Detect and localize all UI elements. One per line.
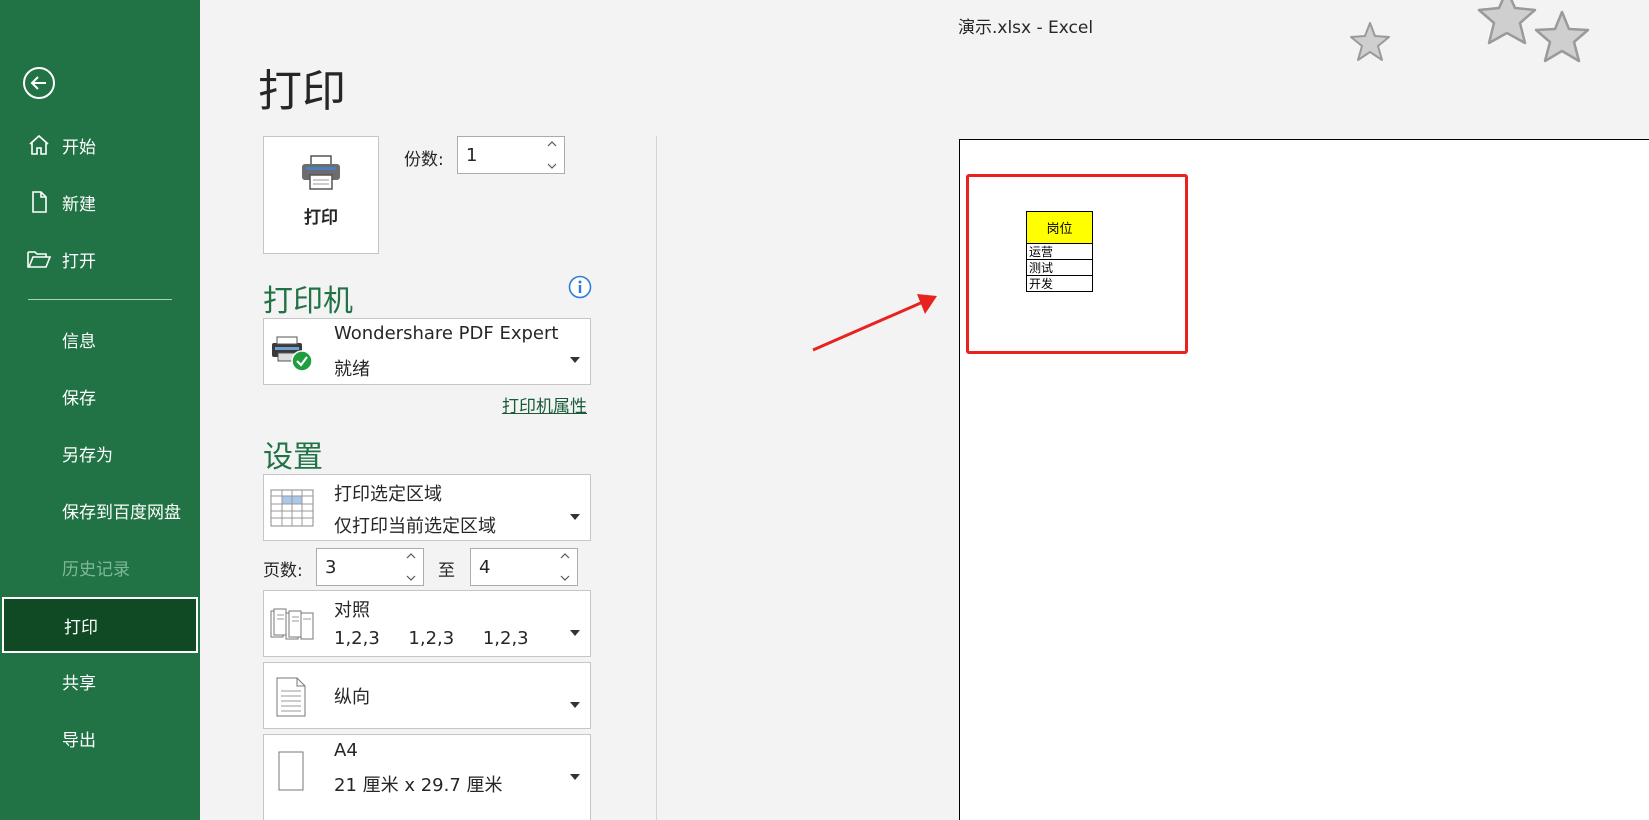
pages-to-input[interactable]: [471, 555, 556, 579]
copies-label: 份数:: [404, 150, 444, 170]
highlight-box: [966, 174, 1188, 354]
nav-item-print[interactable]: 打印: [2, 597, 198, 653]
nav-item-home[interactable]: 开始: [0, 117, 200, 173]
orientation-title: 纵向: [334, 687, 370, 708]
pages-from-stepper[interactable]: [316, 548, 424, 586]
collate-title: 对照: [334, 600, 370, 621]
nav-item-history: 历史记录: [0, 539, 200, 595]
chevron-up-icon[interactable]: [406, 552, 416, 559]
nav-item-save-as[interactable]: 另存为: [0, 425, 200, 481]
nav-item-share[interactable]: 共享: [0, 653, 200, 709]
paper-size-dropdown[interactable]: A4 21 厘米 x 29.7 厘米: [263, 734, 591, 820]
home-icon: [26, 132, 52, 158]
settings-section-title: 设置: [263, 440, 323, 475]
back-button[interactable]: [22, 66, 56, 100]
portrait-page-icon: [276, 677, 306, 721]
nav-item-label: 信息: [62, 331, 96, 352]
chevron-down-icon[interactable]: [406, 575, 416, 582]
printer-icon: [300, 155, 342, 195]
printer-ready-icon: [270, 333, 316, 377]
chevron-down-icon[interactable]: [560, 575, 570, 582]
dropdown-caret-icon: [570, 693, 580, 712]
nav-item-label: 历史记录: [62, 559, 130, 580]
nav-item-label: 新建: [62, 194, 96, 215]
print-range-title: 打印选定区域: [334, 484, 442, 505]
pages-to-stepper[interactable]: [470, 548, 578, 586]
paper-size-subtitle: 21 厘米 x 29.7 厘米: [334, 775, 503, 796]
nav-item-label: 导出: [62, 730, 96, 751]
nav-item-label: 打开: [62, 251, 96, 272]
collate-pages-icon: [270, 607, 314, 645]
panel-divider: [656, 136, 657, 820]
open-folder-icon: [26, 246, 52, 272]
nav-item-label: 开始: [62, 137, 96, 158]
chevron-up-icon[interactable]: [547, 140, 557, 147]
dropdown-caret-icon: [570, 505, 580, 524]
nav-item-save[interactable]: 保存: [0, 368, 200, 424]
annotation-arrow-icon: [812, 294, 937, 352]
nav-divider: [28, 299, 172, 300]
printer-dropdown[interactable]: Wondershare PDF Expert 就绪: [263, 318, 591, 385]
nav-item-open[interactable]: 打开: [0, 231, 200, 287]
nav-item-label: 打印: [64, 617, 98, 638]
orientation-dropdown[interactable]: 纵向: [263, 662, 591, 729]
printer-name: Wondershare PDF Expert: [334, 323, 559, 344]
nav-item-label: 共享: [62, 673, 96, 694]
chevron-up-icon[interactable]: [560, 552, 570, 559]
print-range-subtitle: 仅打印当前选定区域: [334, 516, 496, 537]
printer-section-title: 打印机: [263, 284, 353, 319]
nav-item-export[interactable]: 导出: [0, 710, 200, 766]
collate-dropdown[interactable]: 对照 1,2,3 1,2,3 1,2,3: [263, 590, 591, 657]
dropdown-caret-icon: [570, 765, 580, 784]
nav-item-label: 另存为: [62, 445, 113, 466]
printer-status: 就绪: [334, 359, 370, 380]
sheet-selection-icon: [270, 489, 314, 531]
nav-item-save-to-baidu[interactable]: 保存到百度网盘: [0, 482, 200, 538]
nav-item-new[interactable]: 新建: [0, 174, 200, 230]
paper-size-icon: [278, 751, 304, 795]
paper-size-title: A4: [334, 740, 358, 761]
pages-to-label: 至: [438, 561, 455, 581]
star-decoration-icon: [1350, 22, 1390, 61]
page-title: 打印: [258, 66, 346, 117]
nav-item-info[interactable]: 信息: [0, 311, 200, 367]
print-button-label: 打印: [304, 208, 338, 228]
star-decoration-icon: [1477, 0, 1537, 45]
pages-from-input[interactable]: [317, 555, 402, 579]
copies-input[interactable]: [458, 143, 543, 167]
new-document-icon: [26, 189, 52, 215]
star-decoration-icon: [1534, 10, 1590, 63]
copies-stepper[interactable]: [457, 136, 565, 174]
back-arrow-icon: [23, 67, 55, 99]
dropdown-caret-icon: [570, 621, 580, 640]
pages-label: 页数:: [263, 561, 303, 581]
nav-item-label: 保存: [62, 388, 96, 409]
printer-properties-link[interactable]: 打印机属性: [502, 392, 587, 417]
print-range-dropdown[interactable]: 打印选定区域 仅打印当前选定区域: [263, 474, 591, 541]
nav-item-label: 保存到百度网盘: [62, 502, 181, 523]
collate-subtitle: 1,2,3 1,2,3 1,2,3: [334, 628, 529, 649]
info-icon[interactable]: [568, 275, 592, 299]
dropdown-caret-icon: [570, 348, 580, 367]
window-title: 演示.xlsx - Excel: [958, 18, 1094, 38]
backstage-sidebar: 开始 新建 打开 信息 保存 另存为 保存到百度网盘 历史记录 打印 共享 导出: [0, 0, 200, 820]
print-button[interactable]: 打印: [263, 136, 379, 254]
chevron-down-icon[interactable]: [547, 163, 557, 170]
